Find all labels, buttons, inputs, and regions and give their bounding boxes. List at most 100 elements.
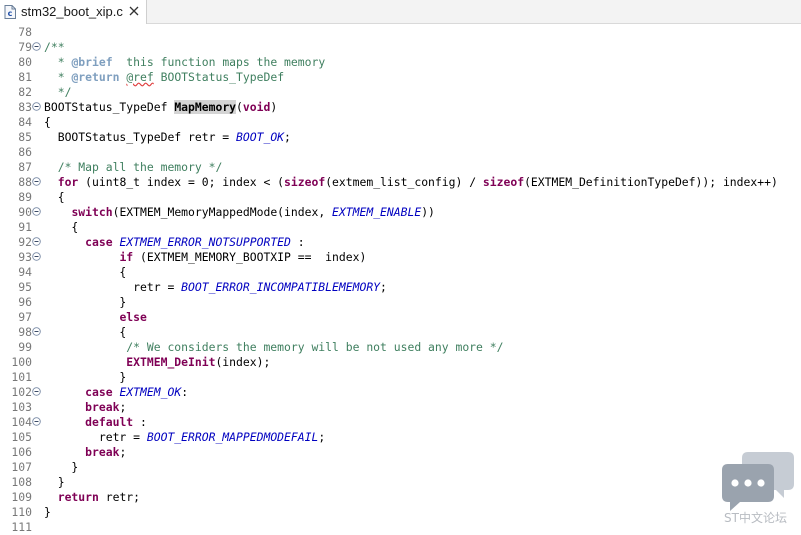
code-line[interactable]: 92 case EXTMEM_ERROR_NOTSUPPORTED : xyxy=(0,235,801,250)
code-line[interactable]: 80 * @brief this function maps the memor… xyxy=(0,55,801,70)
code-token: : xyxy=(290,235,305,249)
code-editor[interactable]: 78 79 /** 80 * @brief this function maps th… xyxy=(0,24,801,535)
code-line[interactable]: 109 return retr; xyxy=(0,490,801,505)
code-line[interactable]: 110} xyxy=(0,505,801,520)
code-token: if xyxy=(119,250,134,264)
line-number: 107 xyxy=(11,460,32,474)
code-line[interactable]: 85 BOOTStatus_TypeDef retr = BOOT_OK; xyxy=(0,130,801,145)
code-line[interactable]: 87 /* Map all the memory */ xyxy=(0,160,801,175)
code-line[interactable]: 104 default : xyxy=(0,415,801,430)
svg-text:c: c xyxy=(8,9,13,18)
code-token: default xyxy=(85,415,134,429)
line-number: 95 xyxy=(18,280,32,294)
line-number: 86 xyxy=(18,145,32,159)
close-icon[interactable] xyxy=(127,4,141,18)
line-number: 79 xyxy=(18,40,32,54)
line-number: 93 xyxy=(18,250,32,264)
code-line[interactable]: 91 { xyxy=(0,220,801,235)
code-token: (EXTMEM_DefinitionTypeDef)); index++) xyxy=(524,175,778,189)
code-line[interactable]: 81 * @return @ref BOOTStatus_TypeDef xyxy=(0,70,801,85)
code-line[interactable]: 108 } xyxy=(0,475,801,490)
code-token: } xyxy=(44,370,127,384)
line-number: 81 xyxy=(18,70,32,84)
line-number: 103 xyxy=(11,400,32,414)
code-line[interactable]: 95 retr = BOOT_ERROR_INCOMPATIBLEMEMORY; xyxy=(0,280,801,295)
code-text: break; xyxy=(44,445,126,460)
code-token: break xyxy=(85,400,120,414)
code-line[interactable]: 90 switch(EXTMEM_MemoryMappedMode(index,… xyxy=(0,205,801,220)
fold-toggle-icon[interactable] xyxy=(32,177,41,186)
code-text: * @brief this function maps the memory xyxy=(44,55,325,70)
code-text: default : xyxy=(44,415,147,430)
line-number: 89 xyxy=(18,190,32,204)
fold-toggle-icon[interactable] xyxy=(32,102,41,111)
code-line[interactable]: 106 break; xyxy=(0,445,801,460)
code-token: (index); xyxy=(215,355,271,369)
code-token: BOOTStatus_TypeDef retr = xyxy=(44,130,237,144)
code-line[interactable]: 99 /* We considers the memory will be no… xyxy=(0,340,801,355)
code-line[interactable]: 94 { xyxy=(0,265,801,280)
code-line[interactable]: 89 { xyxy=(0,190,801,205)
code-text: { xyxy=(44,265,126,280)
code-line[interactable]: 97 else xyxy=(0,310,801,325)
code-text: else xyxy=(44,310,146,325)
code-text: { xyxy=(44,190,65,205)
code-line[interactable]: 105 retr = BOOT_ERROR_MAPPEDMODEFAIL; xyxy=(0,430,801,445)
code-line[interactable]: 82 */ xyxy=(0,85,801,100)
line-number: 109 xyxy=(11,490,32,504)
code-token: } xyxy=(44,460,79,474)
code-line[interactable]: 84 { xyxy=(0,115,801,130)
code-line[interactable]: 101 } xyxy=(0,370,801,385)
code-token: BOOT_OK xyxy=(236,130,285,144)
code-line[interactable]: 93 if (EXTMEM_MEMORY_BOOTXIP == index) xyxy=(0,250,801,265)
code-token: /** xyxy=(44,40,65,54)
fold-toggle-icon[interactable] xyxy=(32,207,41,216)
code-token: { xyxy=(44,220,79,234)
line-number: 97 xyxy=(18,310,32,324)
fold-toggle-icon[interactable] xyxy=(32,237,41,246)
code-token: BOOT_ERROR_MAPPEDMODEFAIL xyxy=(146,430,319,444)
line-number: 92 xyxy=(18,235,32,249)
code-token: retr = xyxy=(44,280,182,294)
fold-toggle-icon[interactable] xyxy=(32,417,41,426)
code-token: } xyxy=(44,505,51,519)
code-text: /* Map all the memory */ xyxy=(44,160,223,175)
code-line[interactable]: 96 } xyxy=(0,295,801,310)
code-line[interactable]: 88 for (uint8_t index = 0; index < (size… xyxy=(0,175,801,190)
code-line[interactable]: 100 EXTMEM_DeInit(index); xyxy=(0,355,801,370)
line-number: 108 xyxy=(11,475,32,489)
code-line[interactable]: 79 /** xyxy=(0,40,801,55)
code-text: */ xyxy=(44,85,72,100)
code-line[interactable]: 98 { xyxy=(0,325,801,340)
editor-tab[interactable]: c stm32_boot_xip.c xyxy=(0,0,147,24)
code-line[interactable]: 86 xyxy=(0,145,801,160)
code-text: } xyxy=(44,505,51,520)
fold-toggle-icon[interactable] xyxy=(32,327,41,336)
code-text: for (uint8_t index = 0; index < (sizeof(… xyxy=(44,175,778,190)
line-number: 99 xyxy=(18,340,32,354)
fold-toggle-icon[interactable] xyxy=(32,252,41,261)
code-token: * xyxy=(44,55,72,69)
code-token: BOOT_ERROR_INCOMPATIBLEMEMORY xyxy=(181,280,381,294)
line-number: 94 xyxy=(18,265,32,279)
code-token: void xyxy=(242,100,271,114)
code-line[interactable]: 107 } xyxy=(0,460,801,475)
fold-toggle-icon[interactable] xyxy=(32,387,41,396)
code-text: retr = BOOT_ERROR_INCOMPATIBLEMEMORY; xyxy=(44,280,387,295)
code-line[interactable]: 111 xyxy=(0,520,801,535)
line-number: 100 xyxy=(11,355,32,369)
code-text: switch(EXTMEM_MemoryMappedMode(index, EX… xyxy=(44,205,434,220)
code-line[interactable]: 102 case EXTMEM_OK: xyxy=(0,385,801,400)
fold-toggle-icon[interactable] xyxy=(32,42,41,51)
code-line[interactable]: 103 break; xyxy=(0,400,801,415)
code-line[interactable]: 78 xyxy=(0,25,801,40)
code-token: @return xyxy=(71,70,120,84)
code-token: @brief xyxy=(71,55,113,69)
code-line[interactable]: 83 BOOTStatus_TypeDef MapMemory(void) xyxy=(0,100,801,115)
